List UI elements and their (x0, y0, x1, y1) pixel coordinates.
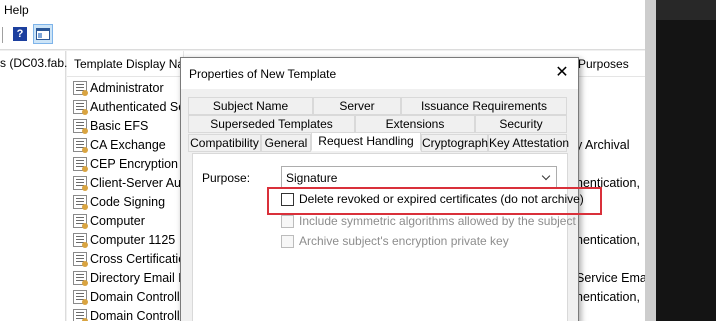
template-purpose: y Archival (576, 138, 630, 152)
tab-security[interactable]: Security (475, 115, 567, 133)
dialog-title: Properties of New Template (189, 67, 337, 81)
template-name: Code Signing (90, 195, 166, 209)
column-header-name[interactable]: Template Display Na (74, 57, 184, 71)
certificate-template-icon (73, 290, 88, 305)
template-name: Cross Certificatio (90, 252, 186, 266)
console-tree: s (DC03.fab. (0, 51, 67, 321)
annotation-highlight-box (267, 187, 602, 215)
help-button[interactable]: ? (10, 24, 30, 44)
window-edge (645, 0, 656, 321)
tab-issuance-requirements[interactable]: Issuance Requirements (401, 97, 567, 115)
certificate-template-icon (73, 195, 88, 210)
close-button[interactable]: ✕ (549, 62, 575, 84)
tab-cryptography[interactable]: Cryptography (421, 134, 494, 152)
show-hide-console-tree-icon (36, 28, 50, 40)
certificate-template-icon (73, 81, 88, 96)
certificate-template-icon (73, 119, 88, 134)
toolbar-separator (2, 27, 3, 43)
template-name: Client-Server Aut (90, 176, 185, 190)
chevron-down-icon (541, 171, 551, 181)
dialog-titlebar: Properties of New Template ✕ (181, 58, 578, 89)
checkbox-box (281, 215, 294, 228)
template-name: Authenticated Se (90, 100, 186, 114)
template-name: Directory Email R (90, 271, 187, 285)
template-name: Administrator (90, 81, 164, 95)
show-hide-tree-button[interactable] (33, 24, 53, 44)
background-desktop (656, 0, 716, 321)
tab-server[interactable]: Server (313, 97, 401, 115)
template-name: CA Exchange (90, 138, 166, 152)
certificate-template-icon (73, 157, 88, 172)
tab-key-attestation[interactable]: Key Attestation (488, 134, 569, 152)
certificate-template-icon (73, 252, 88, 267)
column-header-purposes[interactable]: Purposes (578, 57, 629, 71)
template-purpose: Service Email (576, 271, 645, 285)
certificate-template-icon (73, 176, 88, 191)
template-name: Computer 1125 (90, 233, 176, 247)
tab-extensions[interactable]: Extensions (355, 115, 475, 133)
template-name: Basic EFS (90, 119, 149, 133)
purpose-label: Purpose: (202, 171, 251, 185)
tab-request-handling[interactable]: Request Handling (311, 132, 421, 151)
certificate-template-icon (73, 214, 88, 229)
checkbox-label: Include symmetric algorithms allowed by … (299, 214, 576, 228)
checkbox-label: Archive subject's encryption private key (299, 234, 509, 248)
template-purpose: hentication, (576, 233, 640, 247)
certificate-template-icon (73, 100, 88, 115)
tree-node-ca[interactable]: s (DC03.fab. (0, 56, 67, 70)
purpose-value: Signature (286, 171, 338, 185)
template-purpose: hentication, (576, 290, 640, 304)
help-book-icon: ? (13, 27, 27, 41)
template-name: CEP Encryption (90, 157, 179, 171)
tab-subject-name[interactable]: Subject Name (188, 97, 313, 115)
certificate-template-icon (73, 271, 88, 286)
purpose-dropdown[interactable]: Signature (281, 166, 557, 188)
checkbox-box (281, 235, 294, 248)
certificate-template-icon (73, 233, 88, 248)
tab-general[interactable]: General (261, 134, 311, 152)
certificate-template-icon (73, 309, 88, 321)
template-name: Domain Controll (90, 309, 180, 321)
certificate-template-icon (73, 138, 88, 153)
menu-help[interactable]: Help (4, 3, 29, 17)
toolbar: ? (0, 20, 645, 50)
tab-compatibility[interactable]: Compatibility (188, 134, 261, 152)
tab-superseded-templates[interactable]: Superseded Templates (188, 115, 355, 133)
template-name: Computer (90, 214, 145, 228)
template-name: Domain Controll (90, 290, 180, 304)
menu-bar: Help (0, 0, 645, 20)
request-handling-panel: Purpose: Signature Delete revoked or exp… (192, 153, 584, 321)
